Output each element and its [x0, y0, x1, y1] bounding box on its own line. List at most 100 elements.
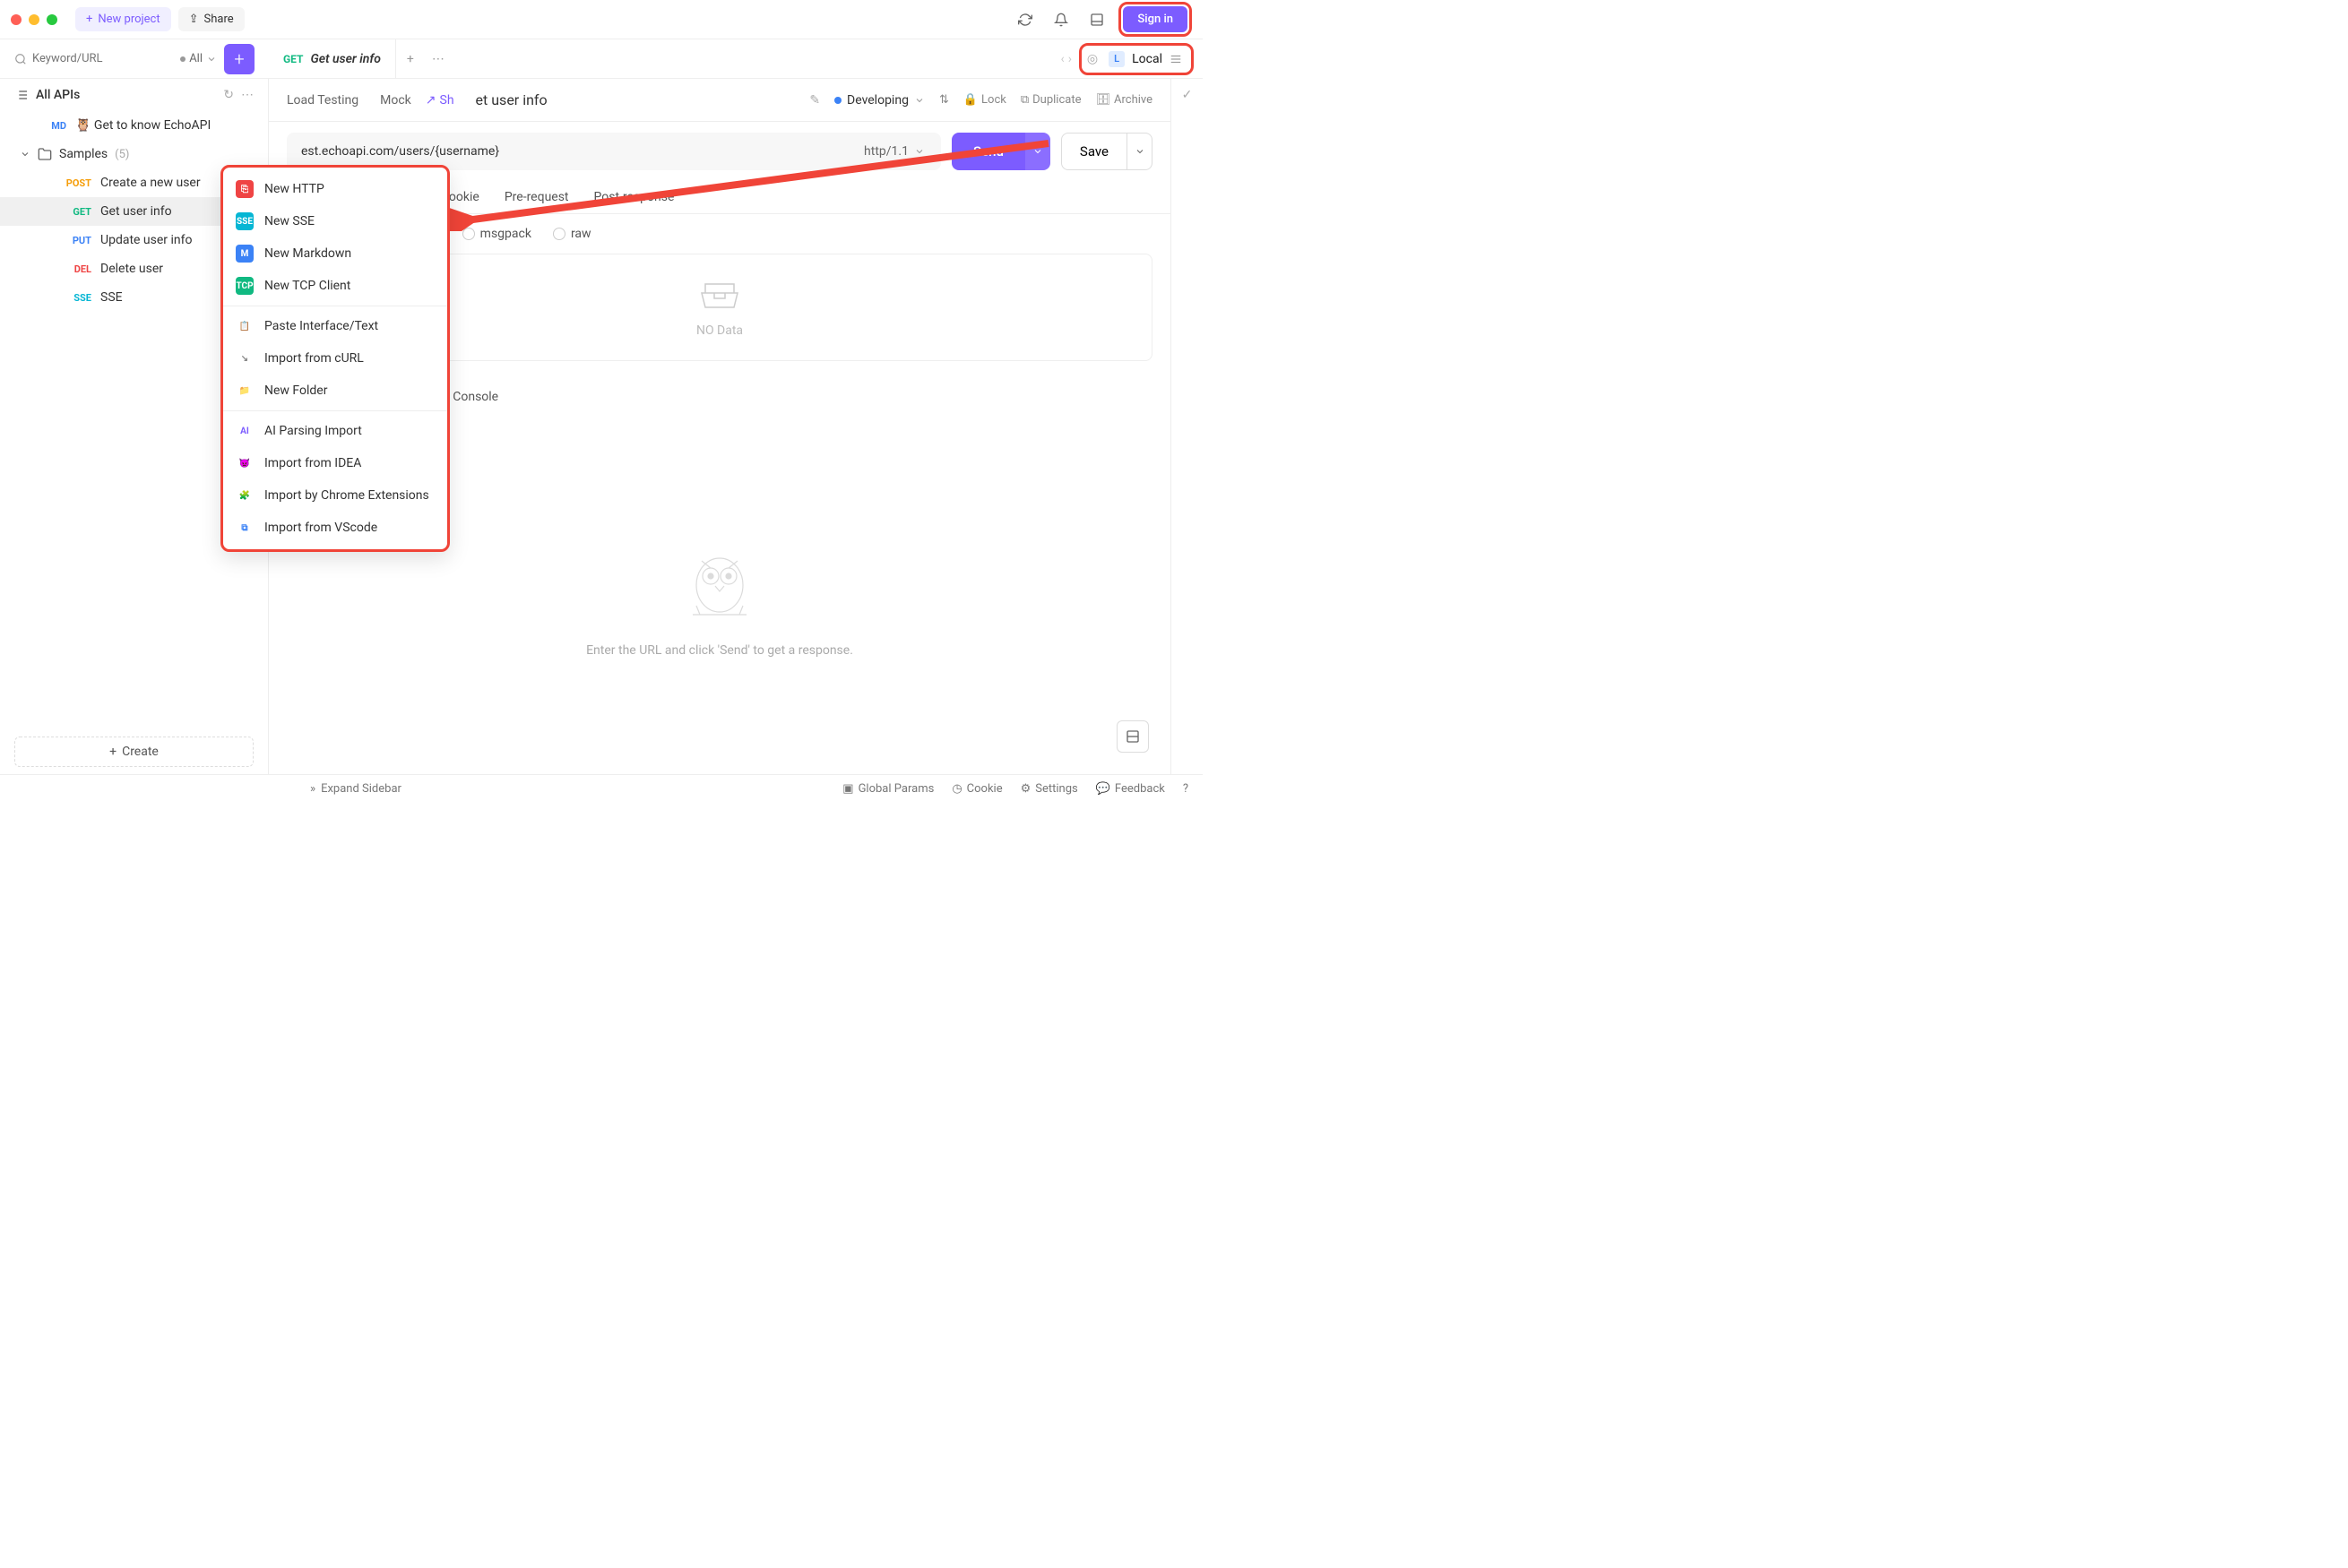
box-icon: ▣: [842, 782, 853, 796]
send-dropdown[interactable]: [1025, 133, 1050, 170]
tab-more-button[interactable]: ⋯: [425, 52, 452, 66]
dropdown-item-label: New SSE: [264, 214, 315, 228]
all-apis-label: All APIs: [36, 88, 80, 102]
refresh-icon[interactable]: ↻: [223, 88, 234, 102]
settings-link[interactable]: ⚙Settings: [1021, 782, 1078, 796]
dropdown-item-icon: 📋: [236, 317, 254, 335]
dropdown-item-icon: 📁: [236, 382, 254, 400]
all-apis-header[interactable]: All APIs ↻ ⋯: [0, 79, 268, 111]
create-button[interactable]: + Create: [14, 737, 254, 767]
tree-label: Delete user: [100, 262, 163, 276]
tabs: GET Get user info + ⋯ ‹ › ◎ L Local: [269, 39, 1203, 78]
archive-action[interactable]: 🗄Archive: [1095, 93, 1152, 107]
dropdown-item[interactable]: MNew Markdown: [223, 237, 447, 270]
right-rail: ✓: [1170, 79, 1203, 774]
method-badge: SSE: [61, 292, 91, 304]
feedback-link[interactable]: 💬Feedback: [1096, 782, 1165, 796]
dropdown-item[interactable]: 👿Import from IDEA: [223, 447, 447, 479]
environment-selector[interactable]: L Local: [1101, 47, 1189, 71]
filter-dot-icon: [180, 56, 186, 62]
body-type-msgpack[interactable]: msgpack: [462, 227, 531, 241]
dropdown-item-label: New Markdown: [264, 246, 351, 261]
env-target-icon[interactable]: ◎: [1083, 52, 1101, 66]
resp-tab-console[interactable]: Console: [453, 383, 498, 411]
dropdown-item-icon: ↘: [236, 349, 254, 367]
more-icon[interactable]: ⋯: [241, 88, 254, 102]
tab-prev-icon[interactable]: ‹: [1060, 52, 1064, 66]
chevron-down-icon: [914, 95, 925, 106]
minimize-window[interactable]: [29, 14, 39, 25]
chevron-down-icon: [1135, 146, 1145, 157]
response-hint: Enter the URL and click 'Send' to get a …: [586, 643, 853, 658]
search-input[interactable]: [32, 52, 113, 65]
checkmark-icon[interactable]: ✓: [1182, 88, 1193, 102]
env-highlight: ◎ L Local: [1079, 43, 1194, 75]
share-button[interactable]: ⇪ Share: [178, 7, 245, 31]
sync-icon[interactable]: [1011, 5, 1040, 34]
filter-label: All: [189, 52, 203, 65]
help-icon[interactable]: ?: [1183, 782, 1188, 796]
tree-item-md[interactable]: MD 🦉 Get to know EchoAPI: [0, 111, 268, 140]
status-dot-icon: [834, 97, 842, 104]
dropdown-item[interactable]: 📋 Paste Interface/Text: [223, 310, 447, 342]
dropdown-item-label: New Folder: [264, 383, 327, 398]
filter-dropdown[interactable]: All: [180, 52, 217, 65]
sign-in-button[interactable]: Sign in: [1123, 6, 1187, 32]
dropdown-item-icon: 👿: [236, 454, 254, 472]
method-badge: GET: [61, 206, 91, 218]
maximize-window[interactable]: [47, 14, 57, 25]
share-action[interactable]: ↗ Sh: [426, 93, 454, 108]
dropdown-item[interactable]: ⎘New HTTP: [223, 173, 447, 205]
dropdown-item-label: Paste Interface/Text: [264, 319, 378, 333]
secondbar: All + GET Get user info + ⋯ ‹ › ◎ L Loca…: [0, 39, 1203, 79]
save-dropdown[interactable]: [1127, 133, 1152, 170]
layout-toggle[interactable]: [1117, 720, 1149, 753]
panel-icon[interactable]: [1083, 5, 1111, 34]
req-tab-post-response[interactable]: Post-response: [594, 181, 675, 213]
search-icon: [14, 53, 27, 65]
expand-sidebar[interactable]: » Expand Sidebar: [310, 782, 401, 796]
req-tab-pre-request[interactable]: Pre-request: [505, 181, 569, 213]
tree-label: Create a new user: [100, 176, 201, 190]
duplicate-action[interactable]: ⧉Duplicate: [1021, 93, 1082, 107]
tab-next-icon[interactable]: ›: [1068, 52, 1072, 66]
sort-action[interactable]: ⇅: [939, 93, 949, 107]
chevron-right-icon: »: [310, 782, 315, 796]
body-type-raw[interactable]: raw: [553, 227, 591, 241]
dropdown-item-label: AI Parsing Import: [264, 424, 362, 438]
send-button[interactable]: Send: [952, 133, 1025, 170]
url-input[interactable]: est.echoapi.com/users/{username}: [287, 144, 853, 159]
dropdown-item-icon: ⎘: [236, 180, 254, 198]
subtab-load-testing[interactable]: Load Testing: [287, 90, 358, 111]
tab-get-user-info[interactable]: GET Get user info: [269, 39, 396, 78]
save-button[interactable]: Save: [1061, 133, 1127, 170]
dropdown-item[interactable]: ↘Import from cURL: [223, 342, 447, 375]
radio-icon: [553, 228, 565, 240]
plus-icon: +: [109, 745, 117, 759]
folder-icon: [38, 147, 52, 161]
dropdown-item[interactable]: ⧉Import from VScode: [223, 512, 447, 544]
dropdown-item[interactable]: SSENew SSE: [223, 205, 447, 237]
dropdown-item[interactable]: AIAI Parsing Import: [223, 415, 447, 447]
add-button[interactable]: +: [224, 44, 255, 74]
dropdown-item[interactable]: TCPNew TCP Client: [223, 270, 447, 302]
subtab-mock[interactable]: Mock: [380, 90, 411, 111]
radio-icon: [462, 228, 475, 240]
cookie-link[interactable]: ◷Cookie: [952, 782, 1002, 796]
search-box[interactable]: [14, 52, 173, 65]
status-selector[interactable]: Developing: [834, 93, 925, 108]
lock-action[interactable]: 🔒Lock: [963, 93, 1006, 107]
window-controls: [11, 14, 57, 25]
close-window[interactable]: [11, 14, 22, 25]
global-params[interactable]: ▣Global Params: [842, 782, 934, 796]
new-project-button[interactable]: + New project: [75, 7, 171, 31]
chevron-down-icon: [914, 146, 925, 157]
menu-icon: [1170, 53, 1182, 65]
new-tab-button[interactable]: +: [396, 52, 425, 66]
protocol-selector[interactable]: http/1.1: [853, 133, 936, 170]
dropdown-item[interactable]: 🧩Import by Chrome Extensions: [223, 479, 447, 512]
bell-icon[interactable]: [1047, 5, 1075, 34]
request-name[interactable]: et user info: [469, 88, 796, 112]
dropdown-item[interactable]: 📁 New Folder: [223, 375, 447, 407]
edit-name-icon[interactable]: ✎: [809, 93, 820, 108]
